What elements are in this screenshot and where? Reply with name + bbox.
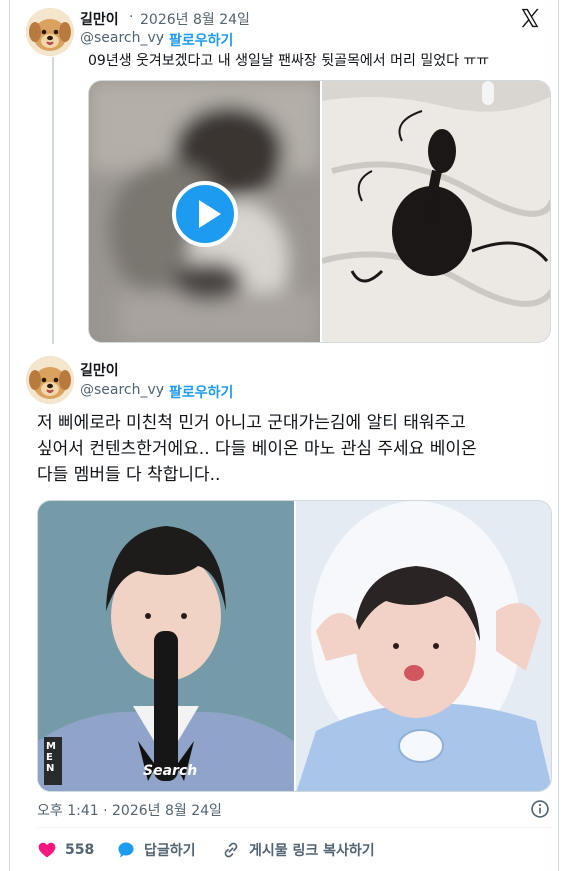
separator-dot: · [129, 9, 134, 25]
thread-line [52, 57, 54, 344]
x-logo-icon[interactable] [519, 7, 541, 29]
post-text-line: 저 삐에로라 미친척 민거 아니고 군대가는김에 알티 태워주고 [37, 413, 466, 433]
photo-member-left-image [38, 501, 294, 791]
heart-icon [38, 842, 56, 858]
image-tag: MEN [46, 741, 56, 774]
post-text: 09년생 웃겨보겠다고 내 생일날 팬싸장 뒷골목에서 머리 밀었다 ㅠㅠ [88, 53, 490, 69]
divider [37, 827, 552, 828]
author-handle[interactable]: @search_vy [80, 382, 164, 398]
follow-button[interactable]: 팔로우하기 [169, 30, 233, 50]
like-count: 558 [65, 842, 95, 858]
media-grid[interactable]: MEN Search [37, 500, 552, 792]
link-icon [224, 842, 238, 858]
reply-icon [118, 842, 134, 858]
tweet-embed-card: 길만이 · 2026년 8월 24일 @search_vy · 팔로우하기 09… [9, 0, 559, 871]
author-name[interactable]: 길만이 [80, 9, 119, 29]
photo-member-right[interactable] [296, 501, 551, 791]
separator-dot: · [160, 30, 165, 46]
photo-member-right-image [296, 501, 551, 791]
media-grid[interactable] [88, 80, 551, 343]
photo-hair[interactable] [321, 81, 550, 342]
post-text: 저 삐에로라 미친척 민거 아니고 군대가는김에 알티 태워주고 싶어서 컨텐츠… [37, 410, 557, 488]
photo-member-left[interactable]: MEN Search [38, 501, 294, 791]
author-handle[interactable]: @search_vy [80, 30, 164, 46]
avatar-dog [26, 356, 74, 404]
follow-button[interactable]: 팔로우하기 [169, 382, 233, 402]
separator-dot: · [160, 382, 165, 398]
play-icon[interactable] [172, 181, 238, 247]
like-button[interactable]: 558 [37, 840, 94, 860]
avatar[interactable] [26, 356, 74, 404]
post-timestamp[interactable]: 오후 1:41 · 2026년 8월 24일 [37, 800, 222, 820]
post-text-line: 싶어서 컨텐츠한거에요.. 다들 베이온 마노 관심 주세요 베이온 [37, 439, 477, 459]
author-name[interactable]: 길만이 [80, 360, 119, 380]
post-date[interactable]: 2026년 8월 24일 [140, 9, 250, 29]
copy-link-label: 게시물 링크 복사하기 [249, 843, 375, 859]
video-thumbnail[interactable] [89, 81, 320, 342]
copy-link-button[interactable]: 게시물 링크 복사하기 [221, 840, 375, 860]
reply-button[interactable]: 답글하기 [116, 840, 196, 860]
avatar[interactable] [26, 8, 74, 56]
post-text-line: 다들 멤버들 다 착합니다.. [37, 465, 221, 485]
avatar-dog [26, 8, 74, 56]
photo-hair-image [321, 81, 550, 342]
image-watermark: Search [143, 763, 198, 779]
info-icon[interactable] [530, 799, 550, 819]
reply-label: 답글하기 [144, 843, 196, 859]
